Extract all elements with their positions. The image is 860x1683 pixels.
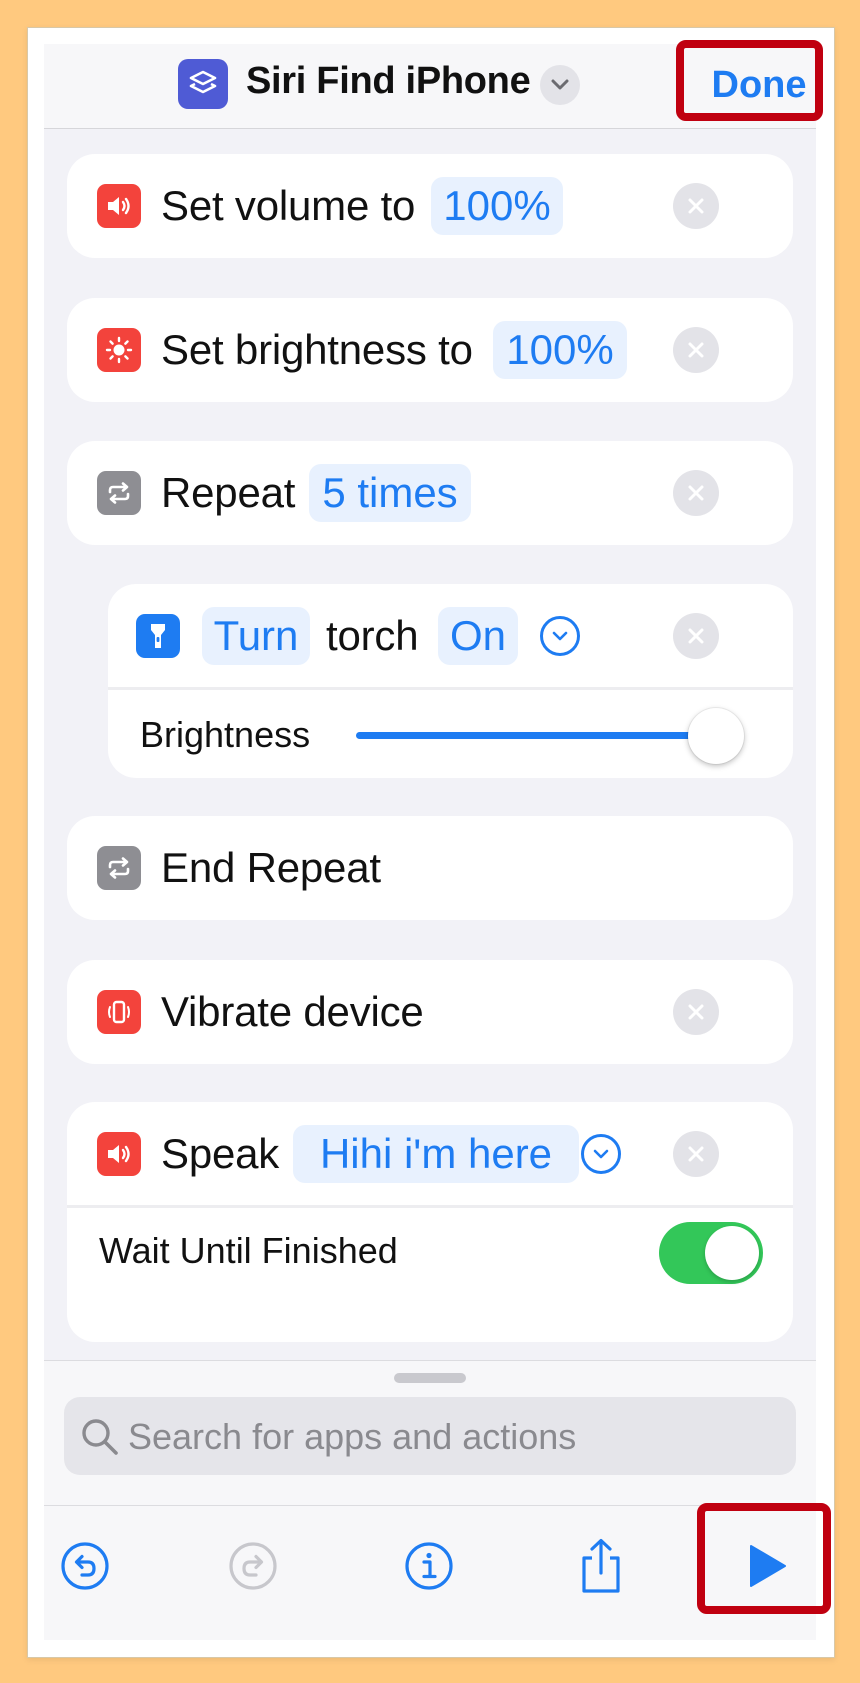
chevron-down-icon[interactable] — [540, 65, 580, 105]
action-label: Vibrate device — [161, 988, 424, 1035]
divider — [108, 687, 793, 690]
remove-icon[interactable] — [673, 470, 719, 516]
sheet-grabber[interactable] — [394, 1373, 466, 1383]
search-input[interactable] — [126, 1397, 770, 1477]
action-label: torch — [326, 612, 419, 659]
action-set-torch[interactable]: Turn torch On Brightness — [108, 584, 793, 778]
shortcut-editor: Siri Find iPhone Done Set volume to 100% — [44, 44, 816, 1640]
wait-until-finished-toggle[interactable] — [659, 1222, 763, 1284]
remove-icon[interactable] — [673, 1131, 719, 1177]
action-repeat[interactable]: Repeat 5 times — [67, 441, 793, 545]
sun-icon — [97, 328, 141, 372]
action-label: Speak — [161, 1130, 280, 1177]
repeat-icon — [97, 846, 141, 890]
expand-chevron-icon[interactable] — [581, 1134, 621, 1174]
vibrate-icon — [97, 990, 141, 1034]
action-label: Repeat — [161, 469, 296, 516]
brightness-slider-track[interactable] — [356, 732, 696, 739]
remove-icon[interactable] — [673, 327, 719, 373]
torch-action-token[interactable]: Turn — [202, 607, 310, 665]
action-label: Set volume to — [161, 182, 416, 229]
repeat-icon — [97, 471, 141, 515]
search-bar[interactable] — [64, 1397, 796, 1477]
brightness-slider-knob[interactable] — [688, 708, 744, 764]
action-set-volume[interactable]: Set volume to 100% — [67, 154, 793, 258]
share-icon[interactable] — [566, 1531, 636, 1601]
search-icon — [80, 1417, 120, 1462]
shortcut-title[interactable]: Siri Find iPhone — [246, 60, 531, 103]
torch-state-token[interactable]: On — [438, 607, 518, 665]
wait-until-finished-label: Wait Until Finished — [99, 1230, 398, 1271]
repeat-count-token[interactable]: 5 times — [309, 464, 471, 522]
done-highlight — [676, 40, 823, 121]
speak-text-token[interactable]: Hihi i'm here — [293, 1125, 579, 1183]
remove-icon[interactable] — [673, 989, 719, 1035]
action-label: Set brightness to — [161, 326, 473, 373]
remove-icon[interactable] — [673, 613, 719, 659]
action-end-repeat[interactable]: End Repeat — [67, 816, 793, 920]
divider — [67, 1205, 793, 1208]
action-set-brightness[interactable]: Set brightness to 100% — [67, 298, 793, 402]
action-speak[interactable]: Speak Hihi i'm here Wait Until Finished — [67, 1102, 793, 1342]
info-icon[interactable] — [394, 1531, 464, 1601]
remove-icon[interactable] — [673, 183, 719, 229]
shortcuts-app-icon — [178, 59, 228, 109]
undo-icon[interactable] — [50, 1531, 120, 1601]
redo-icon[interactable] — [218, 1531, 288, 1601]
action-vibrate[interactable]: Vibrate device — [67, 960, 793, 1064]
brightness-label: Brightness — [140, 714, 311, 755]
speaker-icon — [97, 184, 141, 228]
action-label: End Repeat — [161, 844, 381, 891]
volume-value-token[interactable]: 100% — [431, 177, 563, 235]
play-highlight — [697, 1503, 831, 1614]
flashlight-icon — [136, 614, 180, 658]
brightness-value-token[interactable]: 100% — [493, 321, 627, 379]
expand-chevron-icon[interactable] — [540, 616, 580, 656]
speaker-icon — [97, 1132, 141, 1176]
